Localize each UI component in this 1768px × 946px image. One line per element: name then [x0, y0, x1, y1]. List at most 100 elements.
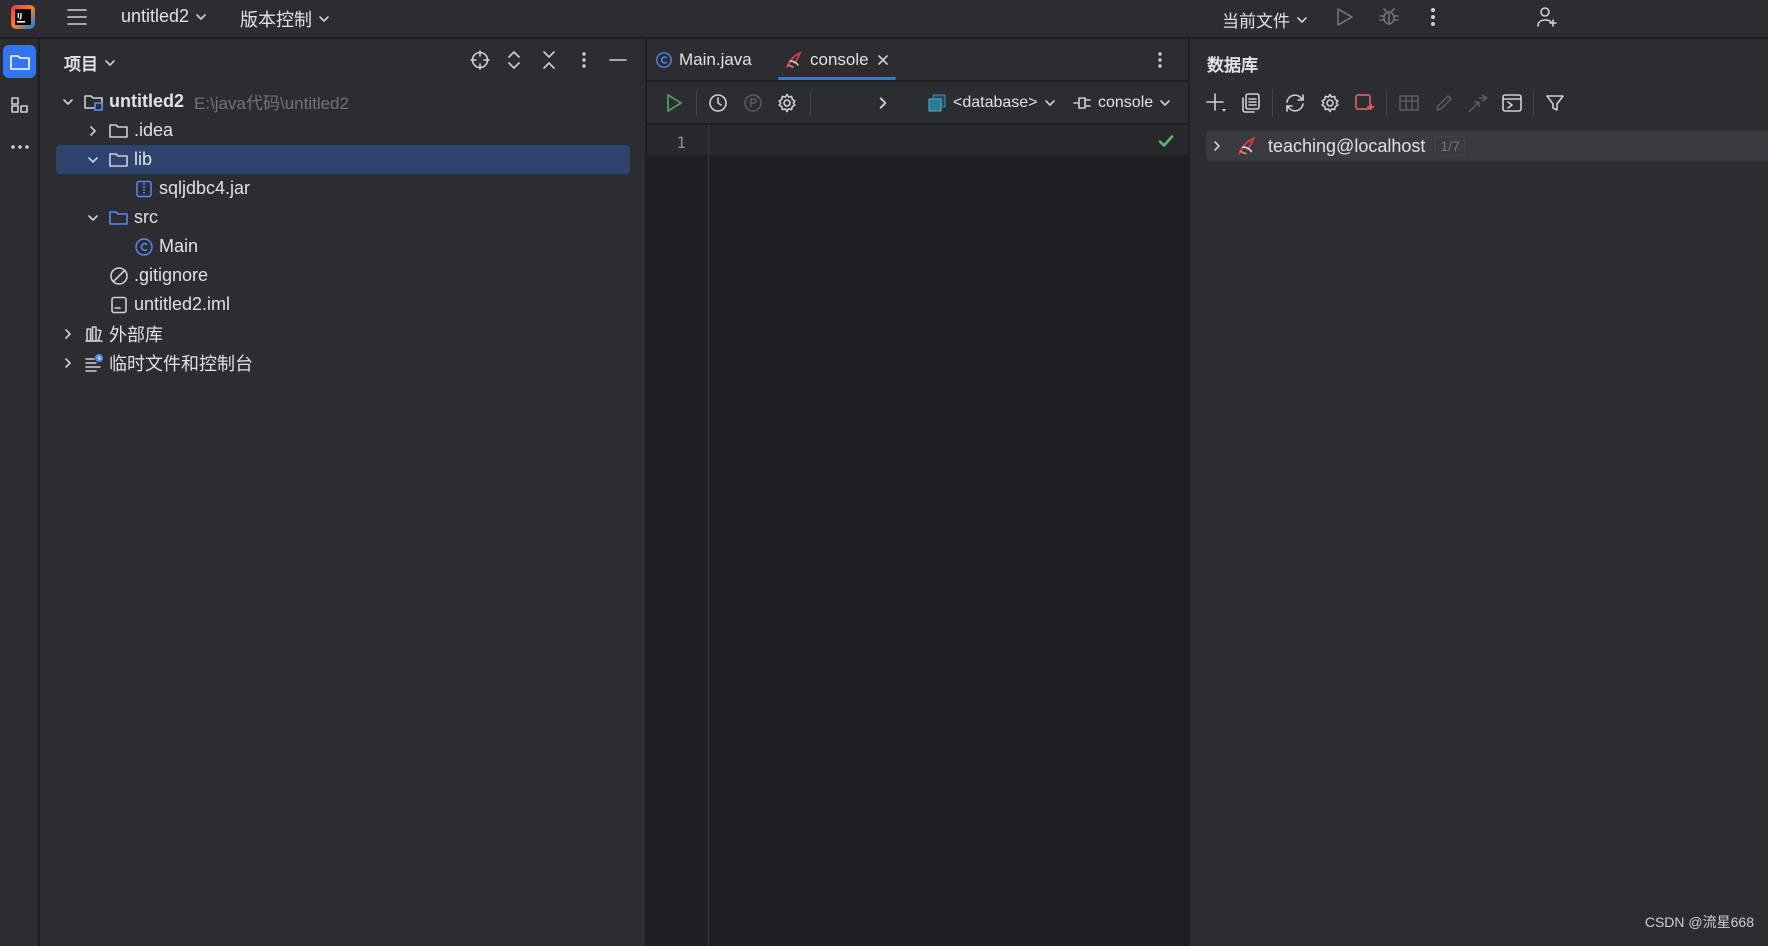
more-actions-button[interactable]	[1426, 6, 1440, 28]
main-menu-button[interactable]	[66, 6, 88, 28]
schema-icon	[928, 94, 946, 112]
session-selector[interactable]: console	[1073, 90, 1171, 116]
bug-icon	[1379, 8, 1399, 25]
datasource-label: teaching@localhost	[1268, 135, 1426, 156]
project-view-selector[interactable]: 项目	[64, 50, 116, 75]
refresh-icon	[1286, 94, 1304, 112]
tab-options-button[interactable]	[1155, 39, 1165, 81]
chevron-right-icon[interactable]	[85, 123, 101, 139]
jump-to-query-button[interactable]	[1466, 91, 1490, 115]
structure-tool-button[interactable]	[3, 88, 36, 121]
project-panel: 项目 untitled2 E:\java代码\untitled2 .idea l…	[40, 39, 646, 946]
chevron-down-icon	[1297, 16, 1307, 23]
tree-item-iml[interactable]: untitled2.iml	[56, 290, 630, 319]
datasource-properties-button[interactable]	[1318, 91, 1342, 115]
table-editor-button[interactable]	[1397, 91, 1421, 115]
hamburger-icon	[67, 9, 87, 25]
chevron-down-icon[interactable]	[85, 210, 101, 226]
panel-title: 数据库	[1207, 56, 1258, 75]
tree-item-label: Main	[159, 236, 199, 256]
module-file-icon	[109, 295, 129, 315]
gear-icon	[778, 93, 796, 113]
console-toolbar: <database> console	[647, 82, 1188, 124]
options-button[interactable]	[573, 49, 595, 71]
tree-item-label: sqljdbc4.jar	[159, 178, 251, 198]
hide-panel-button[interactable]	[607, 49, 629, 71]
run-icon	[1337, 8, 1353, 26]
code-editor[interactable]	[710, 125, 1188, 946]
pencil-icon	[1436, 95, 1452, 111]
project-switcher[interactable]: untitled2	[121, 6, 207, 27]
chevron-down-icon[interactable]	[60, 94, 76, 110]
run-button[interactable]	[1333, 6, 1355, 28]
settings-button[interactable]	[776, 92, 798, 114]
tree-item-external-libraries[interactable]: 外部库	[56, 319, 630, 348]
project-path-hint: E:\java代码\untitled2	[194, 94, 349, 113]
expand-all-button[interactable]	[503, 49, 525, 71]
select-opened-file-button[interactable]	[469, 49, 491, 71]
class-icon	[656, 52, 672, 68]
sql-server-icon	[786, 51, 802, 68]
tree-item-gitignore[interactable]: .gitignore	[56, 261, 630, 290]
minimize-icon	[609, 59, 627, 61]
sql-server-icon	[1238, 136, 1256, 155]
open-console-button[interactable]	[1500, 91, 1524, 115]
tree-item-main[interactable]: Main	[56, 232, 630, 261]
tree-item-idea[interactable]: .idea	[56, 116, 630, 145]
chevron-down-icon[interactable]	[85, 152, 101, 168]
history-button[interactable]	[707, 92, 729, 114]
filter-button[interactable]	[1543, 91, 1567, 115]
editor-area: Main.java console <database> console 1	[647, 39, 1188, 946]
watermark: CSDN @流星668	[1644, 914, 1754, 930]
tree-item-lib[interactable]: lib	[56, 145, 630, 174]
datasource-item[interactable]: teaching@localhost 1/7	[1206, 131, 1768, 161]
tree-item-src[interactable]: src	[56, 203, 630, 232]
structure-icon	[10, 96, 28, 113]
run-config-selector[interactable]: 当前文件	[1222, 7, 1308, 32]
tab-main-java[interactable]: Main.java	[655, 39, 752, 81]
new-datasource-button[interactable]	[1204, 91, 1228, 115]
title-bar: IJ untitled2 版本控制 当前文件	[0, 0, 1768, 38]
chevron-down-icon	[196, 13, 206, 20]
tree-item-scratches[interactable]: 临时文件和控制台	[56, 348, 630, 377]
debug-button[interactable]	[1378, 6, 1400, 28]
more-vertical-icon	[582, 52, 586, 68]
disconnect-button[interactable]	[1353, 91, 1377, 115]
scratches-icon	[84, 353, 104, 373]
toolbar-separator	[1386, 89, 1387, 117]
tree-item-label: 临时文件和控制台	[109, 353, 253, 374]
more-tools-button[interactable]	[3, 130, 36, 163]
expand-all-icon	[508, 51, 520, 69]
database-panel: 数据库 teaching@localhost 1/7	[1189, 39, 1768, 946]
toolbar-separator	[810, 90, 811, 116]
tree-item-label: .idea	[134, 120, 174, 140]
collapse-all-button[interactable]	[538, 49, 560, 71]
tree-item-jar[interactable]: sqljdbc4.jar	[56, 174, 630, 203]
vcs-label: 版本控制	[240, 10, 312, 30]
tree-item-label: 外部库	[109, 324, 163, 345]
svg-text:IJ: IJ	[17, 12, 22, 20]
intellij-logo-icon[interactable]: IJ	[10, 4, 36, 30]
close-icon[interactable]	[876, 53, 890, 67]
more-toolbar-button[interactable]	[872, 92, 894, 114]
chevron-right-icon[interactable]	[60, 355, 76, 371]
project-tool-button[interactable]	[3, 45, 36, 78]
inspection-ok-icon[interactable]	[1157, 132, 1175, 150]
add-user-icon	[1537, 7, 1557, 27]
duplicate-button[interactable]	[1239, 91, 1263, 115]
chevron-right-icon[interactable]	[1211, 140, 1223, 152]
explain-plan-button[interactable]	[742, 92, 764, 114]
chevron-right-icon[interactable]	[60, 326, 76, 342]
tree-item-project-root[interactable]: untitled2 E:\java代码\untitled2	[56, 87, 630, 116]
console-icon	[1502, 94, 1522, 112]
database-selector-label: <database>	[953, 94, 1038, 111]
edit-button[interactable]	[1432, 91, 1456, 115]
database-selector[interactable]: <database>	[927, 90, 1056, 116]
editor-tab-bar: Main.java console	[647, 39, 1188, 81]
tab-console[interactable]: console	[784, 39, 890, 81]
execute-button[interactable]	[663, 92, 685, 114]
refresh-button[interactable]	[1283, 91, 1307, 115]
code-with-me-button[interactable]	[1536, 6, 1558, 28]
vcs-menu[interactable]: 版本控制	[240, 6, 330, 32]
copy-icon	[1242, 93, 1260, 113]
